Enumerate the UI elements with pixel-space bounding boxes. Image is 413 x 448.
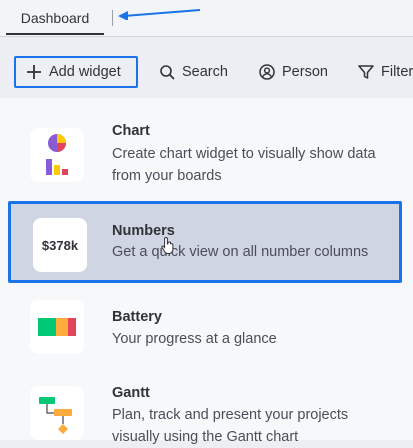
widget-item-chart[interactable]: Chart Create chart widget to visually sh… (0, 98, 413, 198)
chart-icon (30, 128, 84, 182)
active-tab-indicator (6, 33, 104, 35)
widget-title: Gantt (112, 385, 150, 401)
widget-item-numbers[interactable]: $378k Numbers Get a quick view on all nu… (8, 201, 402, 283)
tab-dashboard[interactable]: Dashboard (6, 0, 104, 36)
add-widget-button[interactable]: Add widget (14, 56, 138, 88)
widget-description: Get a quick view on all number columns (112, 244, 369, 260)
plus-icon (26, 64, 42, 80)
hand-cursor-icon (161, 236, 174, 254)
battery-icon (30, 300, 84, 354)
widget-item-battery[interactable]: Battery Your progress at a glance (0, 288, 413, 358)
annotation-arrow-icon (118, 9, 201, 20)
filter-label: Filter (381, 64, 413, 80)
filter-button[interactable]: Filter (358, 56, 413, 88)
widget-title: Chart (112, 123, 150, 139)
widget-description-line-2: visually using the Gantt chart (112, 429, 299, 445)
numbers-icon: $378k (33, 218, 87, 272)
tab-dashboard-label: Dashboard (20, 10, 90, 26)
numbers-thumb-value: $378k (41, 237, 79, 253)
tab-separator (112, 10, 113, 26)
widget-title: Battery (112, 309, 162, 325)
widget-item-gantt[interactable]: Gantt Plan, track and present your proje… (0, 368, 413, 445)
person-filter-button[interactable]: Person (259, 56, 328, 88)
add-widget-label: Add widget (49, 64, 121, 80)
person-icon (259, 64, 275, 80)
toolbar: Add widget Search Person Filter (0, 52, 413, 92)
widget-description-line-2: from your boards (112, 168, 222, 184)
widget-menu: Chart Create chart widget to visually sh… (0, 98, 413, 445)
gantt-icon (30, 386, 84, 440)
widget-description-line-1: Create chart widget to visually show dat… (112, 146, 376, 162)
search-icon (160, 64, 175, 80)
header-divider (0, 36, 413, 37)
widget-description-line-1: Plan, track and present your projects (112, 407, 349, 423)
filter-icon (358, 64, 374, 80)
search-label: Search (182, 64, 228, 80)
tab-bar: Dashboard (0, 0, 413, 36)
widget-description: Your progress at a glance (112, 331, 277, 347)
person-label: Person (282, 64, 328, 80)
search-button[interactable]: Search (160, 56, 228, 88)
